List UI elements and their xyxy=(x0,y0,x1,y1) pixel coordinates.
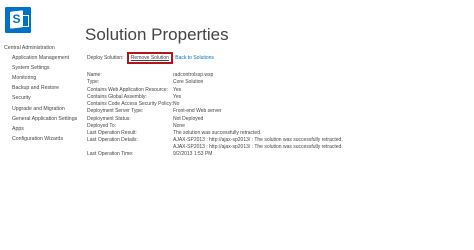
property-row: Deployed To: None xyxy=(87,123,387,130)
quicklaunch-item-central-administration[interactable]: Central Administration xyxy=(4,45,78,52)
property-row: Type: Core Solution xyxy=(87,79,387,86)
property-row: Contains Web Application Resource: Yes xyxy=(87,87,387,94)
property-value-line: AJAX-SP2013 : http://ajax-sp2013/ : The … xyxy=(173,137,343,144)
property-value: Core Solution xyxy=(173,79,203,86)
property-value-line: radcontrolssp.wsp xyxy=(173,72,214,78)
property-value-line: The solution was successfully retracted. xyxy=(173,130,262,136)
property-row: Last Operation Time: 9/2/2013 1:53 PM xyxy=(87,151,387,158)
property-value-line: Yes xyxy=(173,93,182,100)
property-value-line: Yes xyxy=(173,86,182,93)
quicklaunch-item-monitoring[interactable]: Monitoring xyxy=(4,75,78,82)
quicklaunch-item-application-management[interactable]: Application Management xyxy=(4,55,78,62)
property-value-line: 9/2/2013 1:53 PM xyxy=(173,150,213,157)
property-value-line: AJAX-SP2013 : http://ajax-sp2013/ : The … xyxy=(173,143,343,150)
solution-properties-table: Name: radcontrolssp.wsp Type: Core Solution… xyxy=(87,72,387,158)
property-label: Deployment Status: xyxy=(87,115,131,122)
property-row: Last Operation Result: The solution was s… xyxy=(87,130,387,137)
logo-letter-tile: S xyxy=(10,10,23,29)
property-value-line: Core Solution xyxy=(173,79,204,86)
property-label: Contains Global Assembly: xyxy=(87,93,147,100)
deploy-solution-link[interactable]: Deploy Solution xyxy=(87,55,122,61)
quicklaunch-item-system-settings[interactable]: System Settings xyxy=(4,65,78,72)
property-label: Type: xyxy=(87,79,100,86)
quicklaunch-item-general-application-settings[interactable]: General Application Settings xyxy=(4,116,78,123)
property-label: Contains Code Access Security Policy: xyxy=(87,101,173,107)
property-row: Name: radcontrolssp.wsp xyxy=(87,72,387,79)
logo-letter: S xyxy=(12,12,21,26)
property-label: Last Operation Time: xyxy=(87,150,134,157)
quicklaunch-item-configuration-wizards[interactable]: Configuration Wizards xyxy=(4,136,78,143)
property-value-line: Not Deployed xyxy=(173,115,204,122)
quicklaunch-item-security[interactable]: Security xyxy=(4,95,78,102)
property-row: Deployment Server Type: Front-end Web ser… xyxy=(87,108,387,115)
remove-solution-button[interactable]: Remove Solution xyxy=(126,52,173,64)
quicklaunch-item-upgrade-and-migration[interactable]: Upgrade and Migration xyxy=(4,106,78,113)
back-to-solutions-link[interactable]: Back to Solutions xyxy=(175,55,214,61)
page-title: Solution Properties xyxy=(85,25,229,45)
toolbar-row: Deploy Solution: Remove Solution Back to… xyxy=(87,52,214,64)
property-label: Last Operation Result: xyxy=(87,130,137,136)
page: S Solution Properties Central Administra… xyxy=(0,0,474,250)
property-label: Last Operation Details: xyxy=(87,137,138,144)
property-row: Last Operation Details: AJAX-SP2013 : htt… xyxy=(87,137,387,151)
property-value: Front-end Web server xyxy=(173,108,222,115)
property-value-line: No xyxy=(173,101,180,107)
property-label: Name: xyxy=(87,72,102,78)
property-row: Contains Code Access Security Policy: No xyxy=(87,101,387,108)
deploy-separator: : xyxy=(122,55,124,61)
property-row: Deployment Status: Not Deployed xyxy=(87,116,387,123)
property-value-line: Front-end Web server xyxy=(173,108,222,115)
property-value: No xyxy=(173,101,179,108)
sharepoint-logo-icon[interactable]: S xyxy=(5,7,31,33)
property-value: AJAX-SP2013 : http://ajax-sp2013/ : The … xyxy=(173,137,343,150)
property-label: Contains Web Application Resource: xyxy=(87,86,169,93)
property-value: None xyxy=(173,123,185,130)
property-value: Not Deployed xyxy=(173,116,203,123)
property-value: Yes xyxy=(173,87,181,94)
property-value: The solution was successfully retracted. xyxy=(173,130,261,137)
property-value: 9/2/2013 1:53 PM xyxy=(173,151,212,158)
property-value: radcontrolssp.wsp xyxy=(173,72,213,79)
property-value-line: None xyxy=(173,122,185,129)
property-row: Contains Global Assembly: Yes xyxy=(87,94,387,101)
property-value: Yes xyxy=(173,94,181,101)
quick-launch-nav: Central Administration Application Manage… xyxy=(4,45,78,146)
quicklaunch-item-apps[interactable]: Apps xyxy=(4,126,78,133)
property-label: Deployed To: xyxy=(87,122,117,129)
property-label: Deployment Server Type: xyxy=(87,108,144,115)
quicklaunch-item-backup-and-restore[interactable]: Backup and Restore xyxy=(4,85,78,92)
